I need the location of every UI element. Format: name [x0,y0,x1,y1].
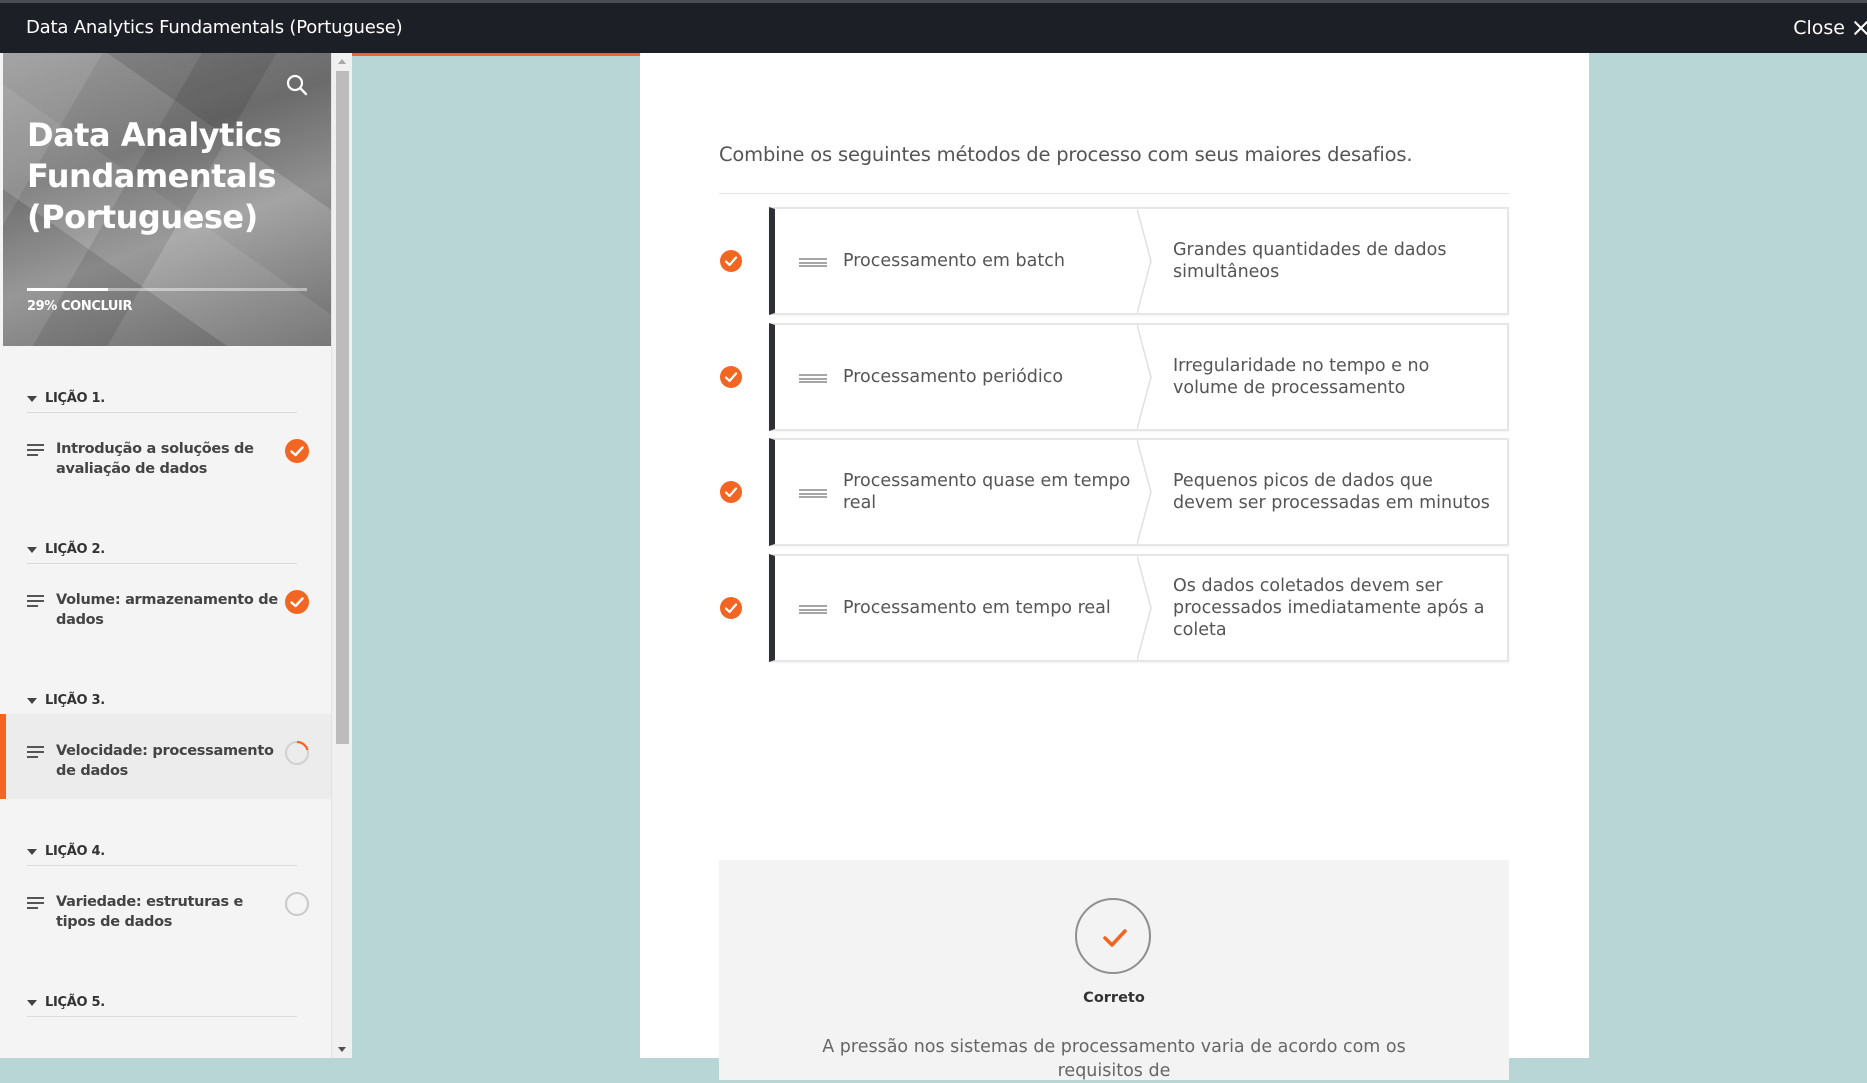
sidebar: Data Analytics Fundamentals (Portuguese)… [0,53,352,1058]
chevron-divider [1137,209,1152,313]
scroll-down-arrow-icon[interactable] [338,1047,346,1052]
caret-down-icon [27,396,37,402]
lesson-heading-label: LIÇÃO 4. [45,844,105,859]
chevron-divider [1137,440,1152,544]
matching-card[interactable]: Processamento quase em tempo real Pequeno… [769,438,1509,546]
window-title: Data Analytics Fundamentals (Portuguese) [26,17,403,38]
complete-check-icon [285,439,309,463]
lesson-heading[interactable]: LIÇÃO 2. [3,497,331,564]
correct-check-icon [720,250,742,272]
lesson-navigation: LIÇÃO 1. Introdução a soluções de avaliaç… [0,346,331,1017]
correct-check-icon [720,366,742,388]
matching-card[interactable]: Processamento periódico Irregularidade no… [769,323,1509,431]
drag-handle-icon[interactable] [799,605,827,614]
chevron-divider [1137,325,1152,429]
correct-check-icon [720,481,742,503]
process-method-label: Processamento quase em tempo real [843,471,1131,513]
caret-down-icon [27,698,37,704]
course-progress-bar [27,288,307,291]
challenge-label: Os dados coletados devem ser processados… [1173,576,1485,640]
list-icon [27,595,44,607]
in-progress-ring-icon [285,740,309,765]
correct-badge [1075,898,1151,974]
lesson-item-label: Velocidade: processamento de dados [56,743,274,779]
caret-down-icon [27,1000,37,1006]
feedback-explanation: A pressão nos sistemas de processamento … [822,1037,1406,1081]
course-hero: Data Analytics Fundamentals (Portuguese)… [3,53,331,346]
search-icon[interactable] [285,73,309,97]
challenge-label: Pequenos picos de dados que devem ser pr… [1173,471,1490,513]
matching-pair: Processamento periódico Irregularidade no… [719,323,1509,431]
close-icon [1853,20,1867,36]
lesson-content-card: Combine os seguintes métodos de processo… [640,53,1589,1081]
lesson-heading-label: LIÇÃO 5. [45,995,105,1010]
scroll-up-arrow-icon[interactable] [338,59,346,64]
matching-card[interactable]: Processamento em tempo real Os dados cole… [769,554,1509,662]
matching-pair: Processamento em tempo real Os dados cole… [719,554,1509,662]
sidebar-scrollbar[interactable] [331,53,352,1058]
quiz-prompt: Combine os seguintes métodos de processo… [719,143,1509,194]
lesson-heading-label: LIÇÃO 1. [45,391,105,406]
lesson-item[interactable]: Introdução a soluções de avaliação de da… [3,412,331,497]
list-icon [27,746,44,758]
correct-check-icon [720,597,742,619]
lesson-heading[interactable]: LIÇÃO 3. [3,648,331,715]
chevron-divider [1137,556,1152,660]
process-method-label: Processamento periódico [843,367,1064,387]
checkmark-icon [1103,929,1127,947]
process-method-label: Processamento em tempo real [843,598,1111,618]
caret-down-icon [27,849,37,855]
close-button[interactable]: Close [1793,17,1867,39]
close-label: Close [1793,17,1845,39]
lesson-item[interactable]: Variedade: estruturas e tipos de dados [3,865,331,950]
lesson-heading[interactable]: LIÇÃO 5. [3,950,331,1017]
drag-handle-icon[interactable] [799,258,827,267]
complete-check-icon [285,590,309,614]
list-icon [27,444,44,456]
lesson-heading[interactable]: LIÇÃO 4. [3,799,331,866]
lesson-item-label: Introdução a soluções de avaliação de da… [56,441,254,477]
divider [27,1016,297,1017]
lesson-heading[interactable]: LIÇÃO 1. [3,346,331,413]
course-title: Data Analytics Fundamentals (Portuguese) [27,116,282,236]
lesson-item[interactable]: Volume: armazenamento de dados [3,563,331,648]
not-started-ring-icon [285,892,309,916]
matching-pair: Processamento quase em tempo real Pequeno… [719,438,1509,546]
challenge-label: Irregularidade no tempo e no volume de p… [1173,356,1430,398]
lesson-item-label: Volume: armazenamento de dados [56,592,278,628]
caret-down-icon [27,547,37,553]
matching-card[interactable]: Processamento em batch Grandes quantidade… [769,207,1509,315]
list-icon [27,897,44,909]
lesson-item[interactable]: Velocidade: processamento de dados [0,714,331,799]
drag-handle-icon[interactable] [799,489,827,498]
scrollbar-thumb[interactable] [336,71,349,744]
challenge-label: Grandes quantidades de dados simultâneos [1173,240,1447,282]
result-label: Correto [1083,990,1145,1006]
process-method-label: Processamento em batch [843,251,1065,271]
course-progress-fill [27,288,109,291]
feedback-panel: Correto A pressão nos sistemas de proces… [719,860,1509,1081]
lesson-heading-label: LIÇÃO 3. [45,693,105,708]
top-bar: Data Analytics Fundamentals (Portuguese)… [0,0,1867,53]
course-progress-label: 29% CONCLUIR [27,299,133,314]
drag-handle-icon[interactable] [799,374,827,383]
matching-pair: Processamento em batch Grandes quantidade… [719,207,1509,315]
lesson-item-label: Variedade: estruturas e tipos de dados [56,894,244,930]
lesson-heading-label: LIÇÃO 2. [45,542,105,557]
